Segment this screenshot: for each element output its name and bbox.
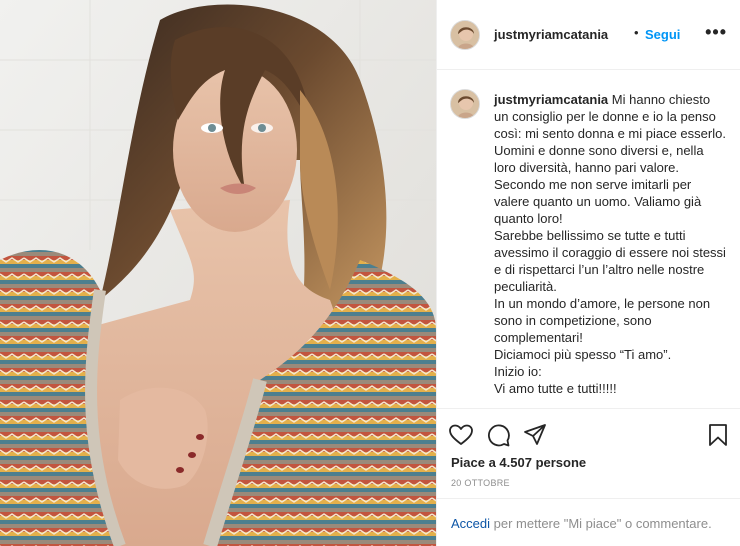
- profile-avatar[interactable]: [450, 20, 480, 50]
- post-photo[interactable]: [0, 0, 436, 546]
- caption-line: Vi amo tutte e tutti!!!!!: [494, 381, 617, 396]
- divider: [437, 498, 740, 499]
- caption-line: justmyriamcatania Mi hanno chiesto un co…: [494, 91, 726, 142]
- post-sidebar: justmyriamcatania • Segui ••• justmyriam…: [436, 0, 740, 546]
- caption-section: justmyriamcatania Mi hanno chiesto un co…: [437, 70, 740, 408]
- login-link[interactable]: Accedi: [451, 516, 490, 531]
- caption-line: Secondo me non serve imitarli per valere…: [494, 177, 702, 226]
- instagram-post: justmyriamcatania • Segui ••• justmyriam…: [0, 0, 740, 546]
- caption-avatar[interactable]: [450, 89, 480, 119]
- caption-username-link[interactable]: justmyriamcatania: [494, 92, 608, 107]
- more-options-icon[interactable]: •••: [705, 22, 727, 43]
- caption-line: Sarebbe bellissimo se tutte e tutti aves…: [494, 228, 726, 294]
- header-username-link[interactable]: justmyriamcatania: [494, 27, 608, 42]
- comment-icon[interactable]: [485, 422, 511, 448]
- login-prompt: Accedi per mettere "Mi piace" o commenta…: [451, 516, 712, 531]
- login-prompt-text: per mettere "Mi piace" o commentare.: [490, 516, 712, 531]
- caption-line: Uomini e donne sono diversi e, nella lor…: [494, 143, 704, 175]
- avatar-image: [451, 90, 479, 118]
- header-separator: •: [634, 25, 639, 40]
- post-date[interactable]: 20 OTTOBRE: [451, 478, 510, 488]
- post-photo-illustration: [0, 0, 436, 546]
- avatar-image: [451, 21, 479, 49]
- divider: [437, 408, 740, 409]
- share-icon[interactable]: [522, 422, 548, 448]
- post-header: justmyriamcatania • Segui •••: [437, 0, 740, 70]
- follow-button[interactable]: Segui: [645, 27, 680, 42]
- caption-line: In un mondo d’amore, le persone non sono…: [494, 296, 711, 345]
- bookmark-icon[interactable]: [705, 422, 731, 448]
- caption-line: Diciamoci più spesso “Ti amo”.: [494, 347, 672, 362]
- likes-count[interactable]: Piace a 4.507 persone: [451, 455, 586, 470]
- post-caption: justmyriamcatania Mi hanno chiesto un co…: [494, 91, 726, 397]
- caption-line: Inizio io:: [494, 364, 542, 379]
- action-bar: [437, 413, 740, 457]
- heart-icon[interactable]: [448, 422, 474, 448]
